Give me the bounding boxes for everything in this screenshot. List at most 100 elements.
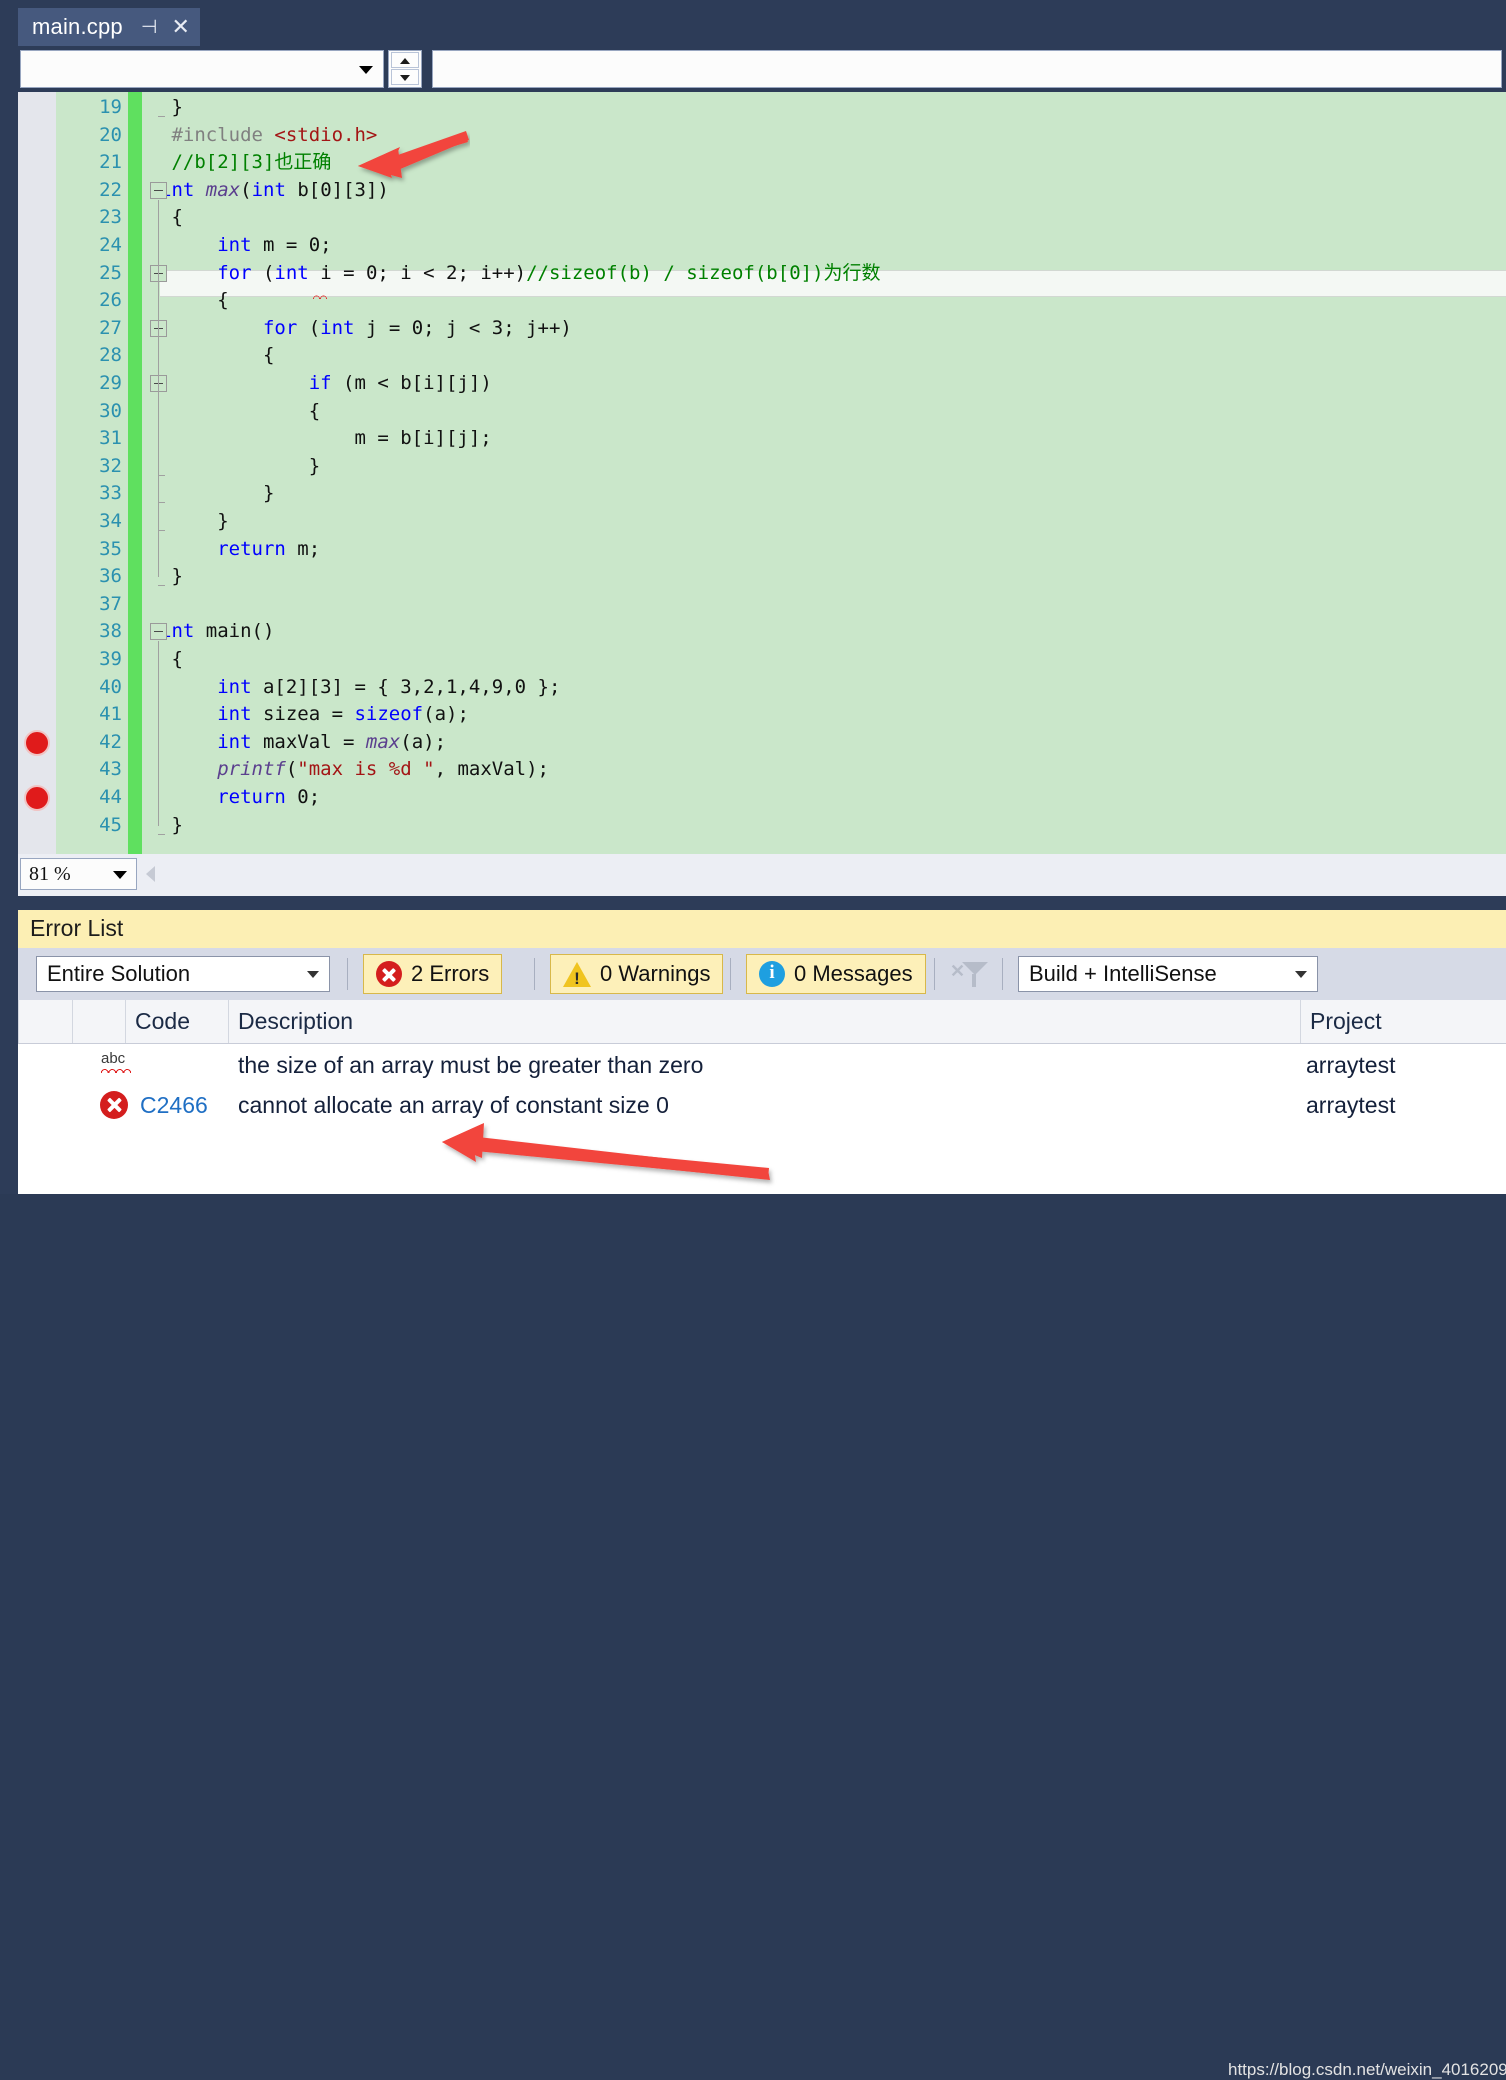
code-text[interactable]: }: [160, 508, 228, 536]
fold-toggle-icon[interactable]: [150, 181, 167, 199]
code-text[interactable]: int main(): [160, 618, 274, 646]
code-text[interactable]: #include <stdio.h>: [160, 122, 377, 150]
code-line[interactable]: 32 }: [0, 453, 1506, 481]
code-line[interactable]: 27 for (int j = 0; j < 3; j++): [0, 315, 1506, 343]
column-header[interactable]: [72, 1000, 125, 1043]
table-row[interactable]: abc the size of an array must be greater …: [18, 1045, 1506, 1085]
error-description[interactable]: cannot allocate an array of constant siz…: [238, 1085, 669, 1125]
spinner-up-button[interactable]: [391, 52, 419, 68]
code-line[interactable]: 29 if (m < b[i][j]): [0, 370, 1506, 398]
code-text[interactable]: for (int i = 0; i < 2; i++)//sizeof(b) /…: [160, 260, 880, 288]
code-text[interactable]: //b[2][3]也正确: [160, 149, 331, 177]
code-text[interactable]: printf("max is %d ", maxVal);: [160, 756, 549, 784]
line-number: 43: [99, 758, 122, 781]
code-line[interactable]: 23 {: [0, 204, 1506, 232]
code-line[interactable]: 20 #include <stdio.h>: [0, 122, 1506, 150]
messages-filter-button[interactable]: 0 Messages: [746, 954, 926, 994]
error-list-header-row: Code Description Project: [18, 1000, 1506, 1044]
code-line[interactable]: 39 {: [0, 646, 1506, 674]
error-icon: [376, 961, 402, 987]
column-header[interactable]: Project: [1300, 1000, 1506, 1043]
code-text[interactable]: for (int j = 0; j < 3; j++): [160, 315, 572, 343]
error-description[interactable]: the size of an array must be greater tha…: [238, 1045, 703, 1085]
code-text[interactable]: m = b[i][j];: [160, 425, 491, 453]
breakpoint-icon[interactable]: [24, 785, 50, 811]
fold-end-tick: [158, 833, 165, 835]
breakpoint-icon[interactable]: [24, 729, 50, 756]
column-header[interactable]: Code: [125, 1000, 228, 1043]
code-line[interactable]: 25 for (int i = 0; i < 2; i++)//sizeof(b…: [0, 260, 1506, 288]
code-text[interactable]: {: [160, 398, 320, 426]
error-list-table[interactable]: Code Description Project abc the size of an…: [18, 1000, 1506, 1194]
code-text[interactable]: if (m < b[i][j]): [160, 370, 492, 398]
close-icon[interactable]: ✕: [171, 16, 189, 38]
code-line[interactable]: 44 return 0;: [0, 784, 1506, 812]
build-filter-dropdown[interactable]: Build + IntelliSense: [1018, 956, 1318, 992]
code-line[interactable]: 26 {: [0, 287, 1506, 315]
code-line[interactable]: 22 int max(int b[0][3]): [0, 177, 1506, 205]
code-text[interactable]: int max(int b[0][3]): [160, 177, 389, 205]
toolbar-separator: [534, 958, 535, 990]
member-dropdown[interactable]: [432, 50, 1502, 88]
navigation-spinner[interactable]: [388, 50, 422, 88]
line-number: 31: [99, 427, 122, 450]
code-line[interactable]: 45 }: [0, 812, 1506, 840]
code-text[interactable]: int a[2][3] = { 3,2,1,4,9,0 };: [160, 674, 560, 702]
code-text[interactable]: }: [160, 94, 182, 122]
column-header[interactable]: [18, 1000, 72, 1043]
pin-icon[interactable]: ⊣: [141, 18, 158, 37]
line-number: 19: [99, 96, 122, 118]
code-line[interactable]: 43 printf("max is %d ", maxVal);: [0, 756, 1506, 784]
code-text[interactable]: {: [160, 204, 182, 232]
code-text[interactable]: return 0;: [160, 784, 320, 812]
line-number: 21: [99, 151, 122, 174]
error-list-title-bar: Error List: [18, 910, 1506, 948]
code-editor[interactable]: 19 } 20 #include <stdio.h> 21 //b[2][3]也正确…: [0, 92, 1506, 854]
error-list-panel: Error List Entire Solution 2 Errors 0 Wa…: [0, 896, 1506, 2079]
code-line[interactable]: 24 int m = 0;: [0, 232, 1506, 260]
code-line[interactable]: 19 }: [0, 94, 1506, 122]
line-number: 37: [99, 592, 122, 615]
code-text[interactable]: {: [160, 287, 228, 315]
code-text[interactable]: {: [160, 342, 274, 370]
code-text[interactable]: }: [160, 453, 320, 481]
code-line[interactable]: 40 int a[2][3] = { 3,2,1,4,9,0 };: [0, 674, 1506, 702]
code-line[interactable]: 31 m = b[i][j];: [0, 425, 1506, 453]
table-row[interactable]: C2466 cannot allocate an array of constan…: [18, 1085, 1506, 1125]
code-line[interactable]: 35 return m;: [0, 536, 1506, 564]
code-text[interactable]: }: [160, 480, 274, 508]
code-text[interactable]: {: [160, 646, 182, 674]
code-line[interactable]: 28 {: [0, 342, 1506, 370]
code-line[interactable]: 30 {: [0, 398, 1506, 426]
horizontal-scroll-left-arrow[interactable]: [146, 866, 155, 882]
fold-end-tick: [158, 474, 165, 476]
tab-main-cpp[interactable]: main.cpp ⊣ ✕: [18, 8, 200, 46]
code-line[interactable]: 34 }: [0, 508, 1506, 536]
clear-filter-icon[interactable]: ✕: [948, 960, 990, 990]
chevron-down-icon: [113, 871, 127, 879]
code-line[interactable]: 36 }: [0, 563, 1506, 591]
code-line[interactable]: 33 }: [0, 480, 1506, 508]
code-line[interactable]: 42 int maxVal = max(a);: [0, 729, 1506, 757]
messages-count-label: 0 Messages: [794, 961, 913, 986]
error-code[interactable]: C2466: [140, 1085, 208, 1125]
scope-dropdown[interactable]: [20, 50, 384, 88]
errors-filter-button[interactable]: 2 Errors: [363, 954, 503, 994]
code-text[interactable]: }: [160, 563, 182, 591]
code-line[interactable]: 37: [0, 591, 1506, 619]
spinner-down-button[interactable]: [391, 69, 419, 85]
code-line[interactable]: 41 int sizea = sizeof(a);: [0, 701, 1506, 729]
code-text[interactable]: int m = 0;: [160, 232, 331, 260]
line-number: 27: [99, 316, 122, 339]
scope-filter-dropdown[interactable]: Entire Solution: [36, 956, 330, 992]
fold-toggle-icon[interactable]: [150, 623, 167, 641]
code-line[interactable]: 21 //b[2][3]也正确: [0, 149, 1506, 177]
warnings-filter-button[interactable]: 0 Warnings: [550, 954, 724, 994]
code-line[interactable]: 38 int main(): [0, 618, 1506, 646]
code-text[interactable]: int maxVal = max(a);: [160, 729, 446, 757]
code-text[interactable]: return m;: [160, 536, 320, 564]
code-text[interactable]: int sizea = sizeof(a);: [160, 701, 469, 729]
zoom-level-dropdown[interactable]: 81 %: [20, 858, 137, 890]
column-header[interactable]: Description: [228, 1000, 1300, 1043]
code-text[interactable]: }: [160, 812, 182, 840]
